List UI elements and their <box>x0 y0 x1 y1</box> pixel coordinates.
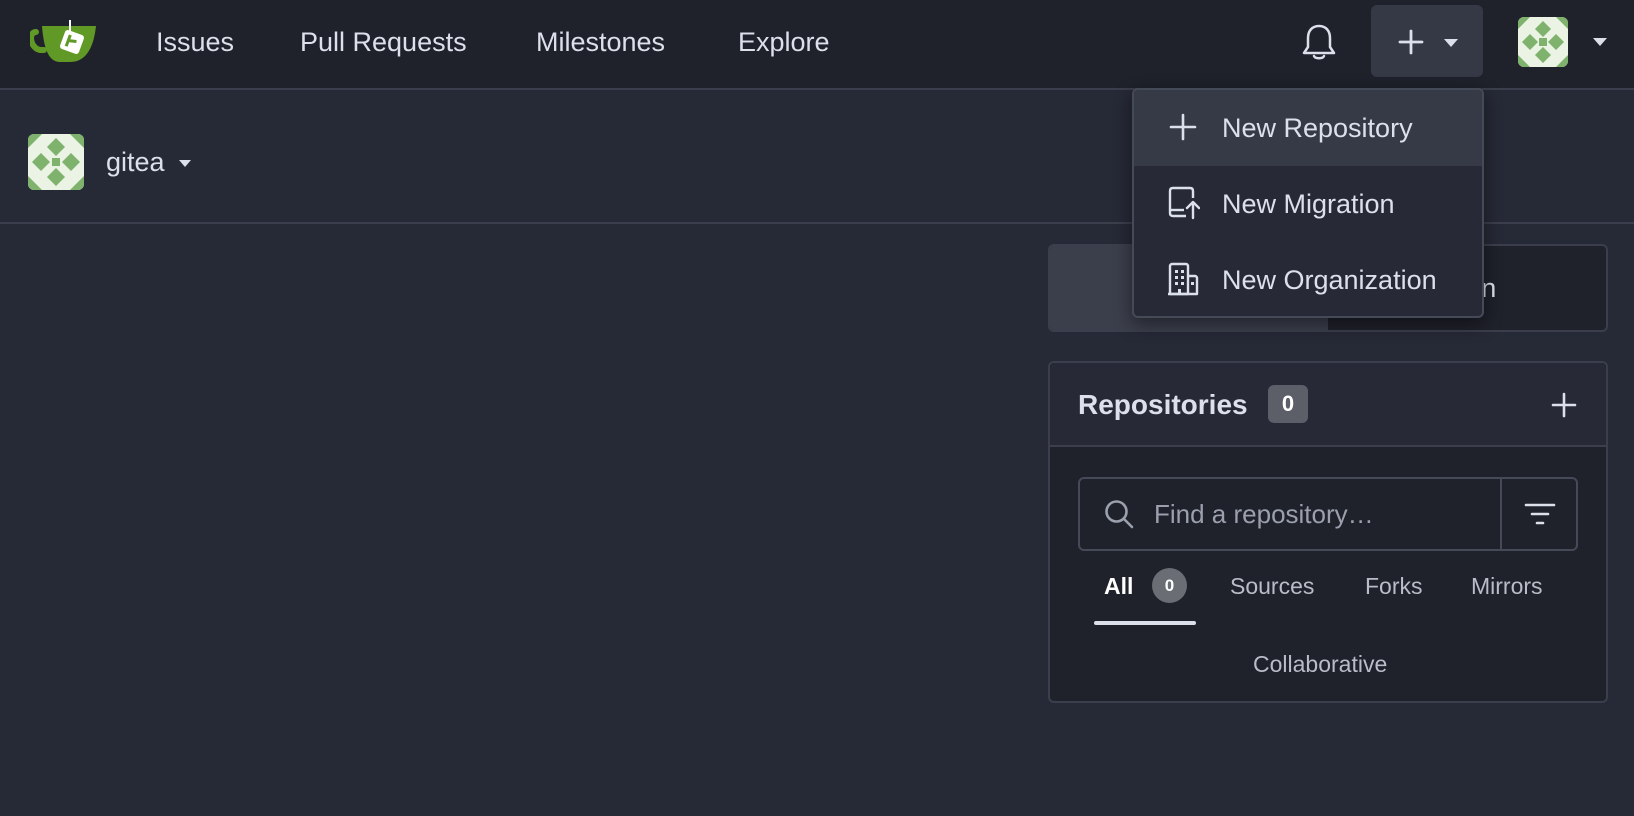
repository-search-input[interactable] <box>1154 489 1474 539</box>
nav-explore-link[interactable]: Explore <box>738 24 830 60</box>
caret-down-icon <box>1593 38 1607 46</box>
nav-milestones-link[interactable]: Milestones <box>536 24 665 60</box>
avatar[interactable] <box>28 134 84 190</box>
repositories-count-badge: 0 <box>1268 385 1308 423</box>
repositories-title: Repositories <box>1078 389 1248 420</box>
organization-icon <box>1168 262 1199 296</box>
menu-item-new-organization[interactable]: New Organization <box>1134 242 1482 318</box>
repo-push-icon <box>1168 186 1200 220</box>
plus-icon <box>1398 29 1424 55</box>
menu-item-label: New Migration <box>1222 189 1395 219</box>
caret-down-icon <box>179 160 192 168</box>
repo-tab-sources[interactable]: Sources <box>1230 570 1314 602</box>
add-repository-icon[interactable] <box>1550 391 1578 419</box>
repositories-panel-header: Repositories 0 <box>1050 363 1606 447</box>
repository-filter-button[interactable] <box>1500 479 1578 549</box>
nav-issues-link[interactable]: Issues <box>156 24 234 60</box>
repo-tab-mirrors[interactable]: Mirrors <box>1471 570 1543 602</box>
active-tab-indicator <box>1094 621 1196 625</box>
nav-pull-requests-link[interactable]: Pull Requests <box>300 24 467 60</box>
create-new-button[interactable] <box>1371 5 1483 77</box>
plus-icon <box>1169 113 1197 141</box>
bell-icon[interactable] <box>1302 23 1336 61</box>
repo-tab-all-count: 0 <box>1152 568 1187 603</box>
create-new-dropdown-menu: New Repository New Migration New Organiz… <box>1132 88 1484 318</box>
repo-tab-all[interactable]: All <box>1104 570 1133 602</box>
menu-item-new-migration[interactable]: New Migration <box>1134 166 1482 242</box>
top-navbar: Issues Pull Requests Milestones Explore <box>0 0 1634 90</box>
repo-tab-forks[interactable]: Forks <box>1365 570 1423 602</box>
menu-item-label: New Organization <box>1222 265 1437 295</box>
search-icon <box>1105 500 1134 529</box>
context-switcher[interactable]: gitea <box>106 144 192 180</box>
user-menu-button[interactable] <box>1518 17 1616 67</box>
avatar <box>1518 17 1568 67</box>
caret-down-icon <box>1444 39 1458 47</box>
context-user-label: gitea <box>106 147 165 177</box>
menu-item-label: New Repository <box>1222 113 1413 143</box>
filter-icon <box>1524 503 1556 525</box>
menu-item-new-repository[interactable]: New Repository <box>1134 90 1482 166</box>
repository-search-box <box>1078 477 1578 551</box>
repo-tab-collaborative[interactable]: Collaborative <box>1253 648 1387 680</box>
gitea-logo-icon[interactable] <box>28 18 98 66</box>
